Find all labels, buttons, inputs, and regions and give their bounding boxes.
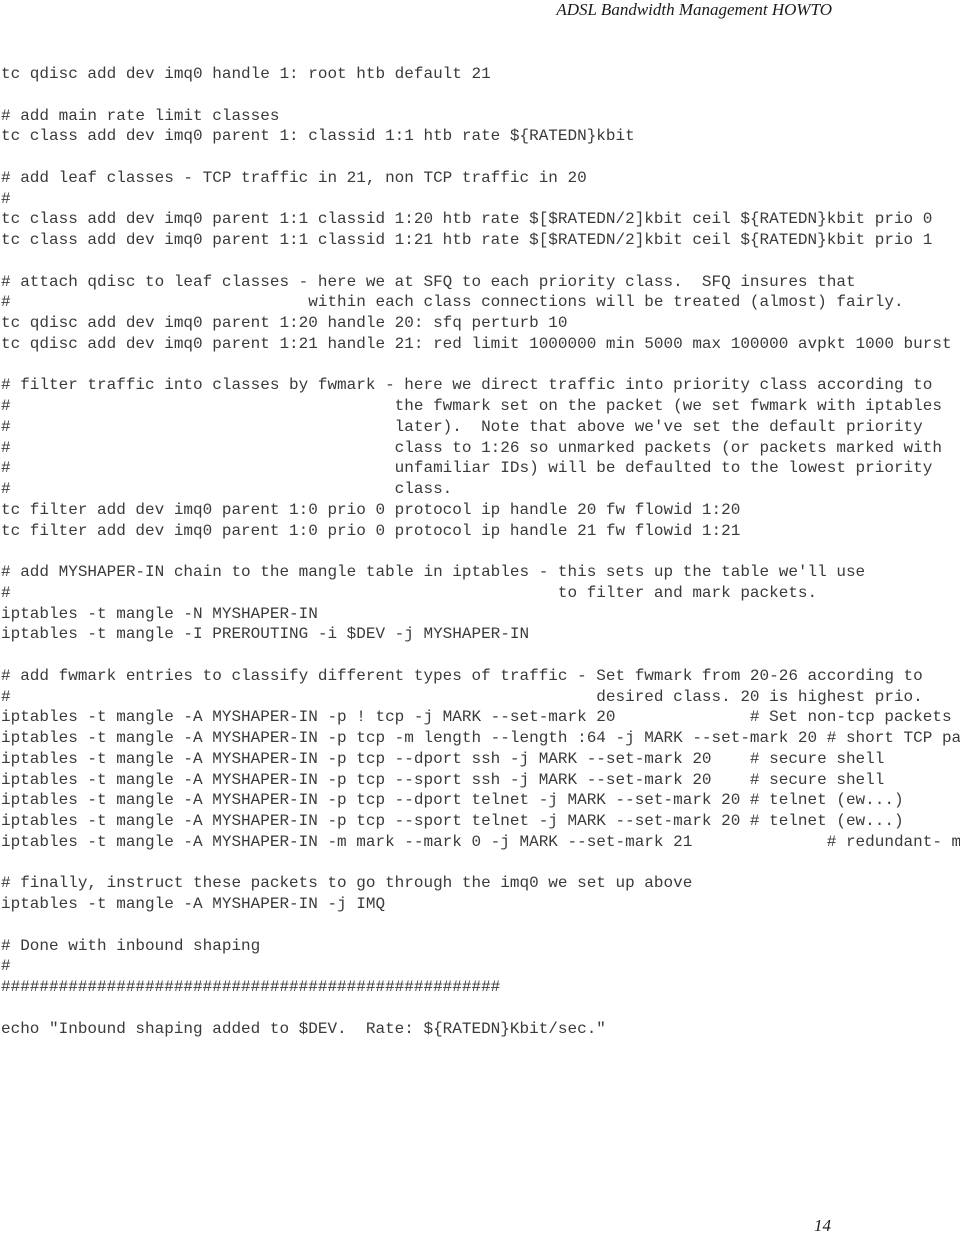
code-line: iptables -t mangle -A MYSHAPER-IN -p tcp… — [1, 770, 885, 789]
code-line: iptables -t mangle -N MYSHAPER-IN — [1, 604, 318, 623]
code-line: # attach qdisc to leaf classes - here we… — [1, 272, 856, 291]
code-line: # to filter and mark packets. — [1, 583, 818, 602]
code-line: iptables -t mangle -A MYSHAPER-IN -p tcp… — [1, 749, 885, 768]
code-line: iptables -t mangle -A MYSHAPER-IN -j IMQ — [1, 895, 386, 913]
code-line: # Done with inbound shaping — [1, 936, 261, 955]
code-line: echo "Inbound shaping added to $DEV. Rat… — [1, 1019, 606, 1038]
code-line: # desired class. 20 is highest prio. — [1, 687, 923, 706]
code-line: tc class add dev imq0 parent 1:1 classid… — [1, 210, 933, 229]
code-line: tc filter add dev imq0 parent 1:0 prio 0… — [1, 500, 741, 519]
code-line: # the fwmark set on the packet (we set f… — [1, 397, 942, 415]
code-line: iptables -t mangle -A MYSHAPER-IN -p tcp… — [1, 791, 904, 810]
code-line: # add fwmark entries to classify differe… — [1, 666, 923, 685]
code-listing: tc qdisc add dev imq0 handle 1: root htb… — [1, 64, 960, 1039]
code-line: ########################################… — [1, 978, 501, 996]
code-line: # — [1, 957, 11, 976]
code-line: iptables -t mangle -I PREROUTING -i $DEV… — [1, 625, 530, 644]
code-line: iptables -t mangle -A MYSHAPER-IN -m mar… — [1, 832, 960, 851]
code-line: iptables -t mangle -A MYSHAPER-IN -p tcp… — [1, 729, 960, 747]
code-line: iptables -t mangle -A MYSHAPER-IN -p tcp… — [1, 812, 904, 830]
code-line: iptables -t mangle -A MYSHAPER-IN -p ! t… — [1, 708, 952, 727]
running-header-title: ADSL Bandwidth Management HOWTO — [556, 0, 832, 19]
code-line: tc qdisc add dev imq0 handle 1: root htb… — [1, 65, 491, 83]
code-line: # add MYSHAPER-IN chain to the mangle ta… — [1, 563, 866, 581]
code-line: # within each class connections will be … — [1, 293, 904, 312]
code-line: # add main rate limit classes — [1, 106, 280, 125]
code-line: # filter traffic into classes by fwmark … — [1, 376, 933, 395]
code-line: # class to 1:26 so unmarked packets (or … — [1, 438, 942, 457]
code-line: # — [1, 189, 11, 208]
code-line: tc class add dev imq0 parent 1:1 classid… — [1, 231, 933, 249]
page-number: 14 — [814, 1216, 831, 1235]
code-line: tc class add dev imq0 parent 1: classid … — [1, 127, 635, 146]
code-line: tc qdisc add dev imq0 parent 1:21 handle… — [1, 334, 952, 353]
code-line: tc qdisc add dev imq0 parent 1:20 handle… — [1, 314, 568, 332]
code-line: # later). Note that above we've set the … — [1, 417, 923, 436]
code-line: # add leaf classes - TCP traffic in 21, … — [1, 168, 587, 187]
code-line: # unfamiliar IDs) will be defaulted to t… — [1, 459, 933, 478]
code-line: tc filter add dev imq0 parent 1:0 prio 0… — [1, 521, 741, 540]
code-line: # class. — [1, 480, 453, 498]
code-line: # finally, instruct these packets to go … — [1, 874, 693, 893]
